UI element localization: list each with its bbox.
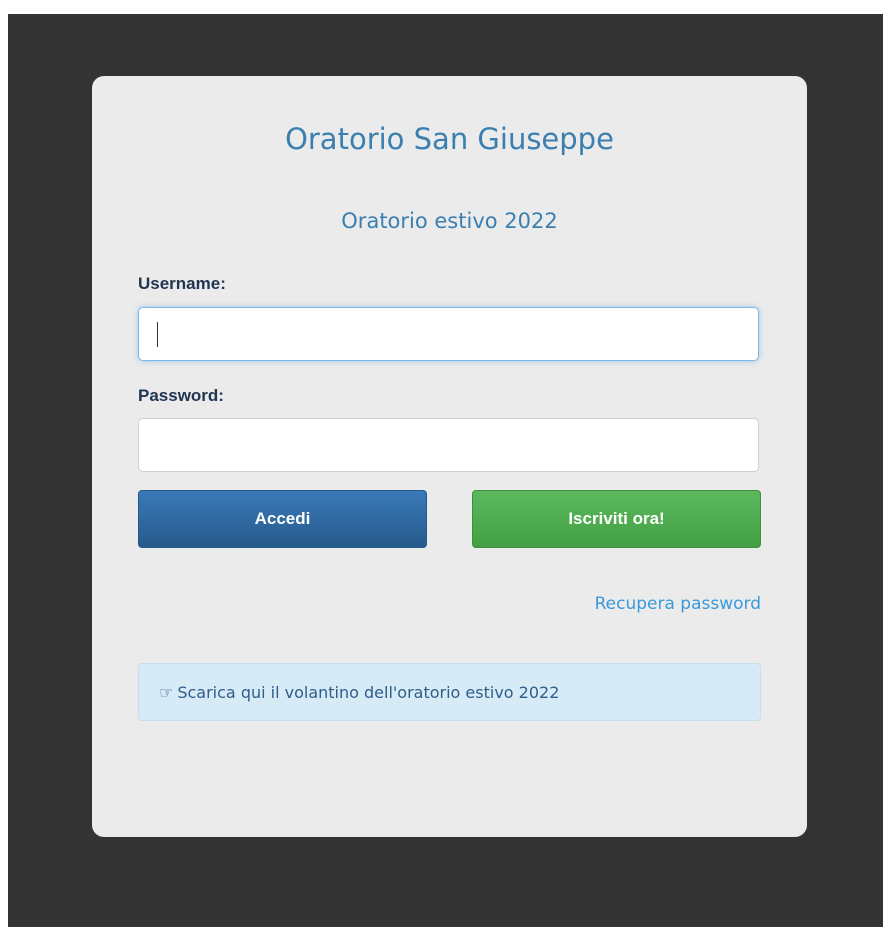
flyer-download-notice[interactable]: ☞ Scarica qui il volantino dell'oratorio… <box>138 663 761 721</box>
password-label: Password: <box>138 386 224 405</box>
register-button[interactable]: Iscriviti ora! <box>472 490 761 548</box>
login-card: Oratorio San Giuseppe Oratorio estivo 20… <box>92 76 807 837</box>
username-field[interactable] <box>138 307 759 361</box>
recover-password-link[interactable]: Recupera password <box>595 594 761 614</box>
page-title: Oratorio San Giuseppe <box>285 122 614 156</box>
page-subtitle: Oratorio estivo 2022 <box>341 209 558 233</box>
hand-point-right-icon: ☞ <box>159 682 174 702</box>
password-field[interactable] <box>138 418 759 472</box>
username-label: Username: <box>138 274 226 293</box>
flyer-download-text: Scarica qui il volantino dell'oratorio e… <box>177 682 560 702</box>
login-button[interactable]: Accedi <box>138 490 427 548</box>
text-caret <box>157 322 158 347</box>
